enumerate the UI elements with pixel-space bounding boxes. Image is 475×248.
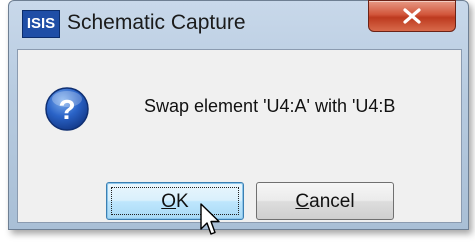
mouse-pointer-icon [200, 203, 220, 235]
cancel-mnemonic: C [295, 191, 310, 212]
question-icon: ? [45, 87, 89, 131]
dialog-window: ISIS Schematic Capture ? Swap element 'U… [8, 0, 469, 235]
cancel-label: ancel [309, 191, 355, 212]
window-title: Schematic Capture [67, 11, 246, 34]
dialog-body: ? Swap element 'U4:A' with 'U4:B OK Canc… [17, 49, 462, 235]
ok-button[interactable]: OK [106, 182, 244, 220]
isis-app-icon: ISIS [22, 10, 60, 38]
dialog-message: Swap element 'U4:A' with 'U4:B [144, 96, 396, 116]
close-button[interactable] [368, 0, 456, 32]
svg-text:?: ? [58, 94, 75, 125]
title-bar[interactable]: ISIS Schematic Capture [9, 0, 468, 47]
close-icon [403, 8, 421, 24]
cancel-button[interactable]: Cancel [256, 182, 394, 220]
